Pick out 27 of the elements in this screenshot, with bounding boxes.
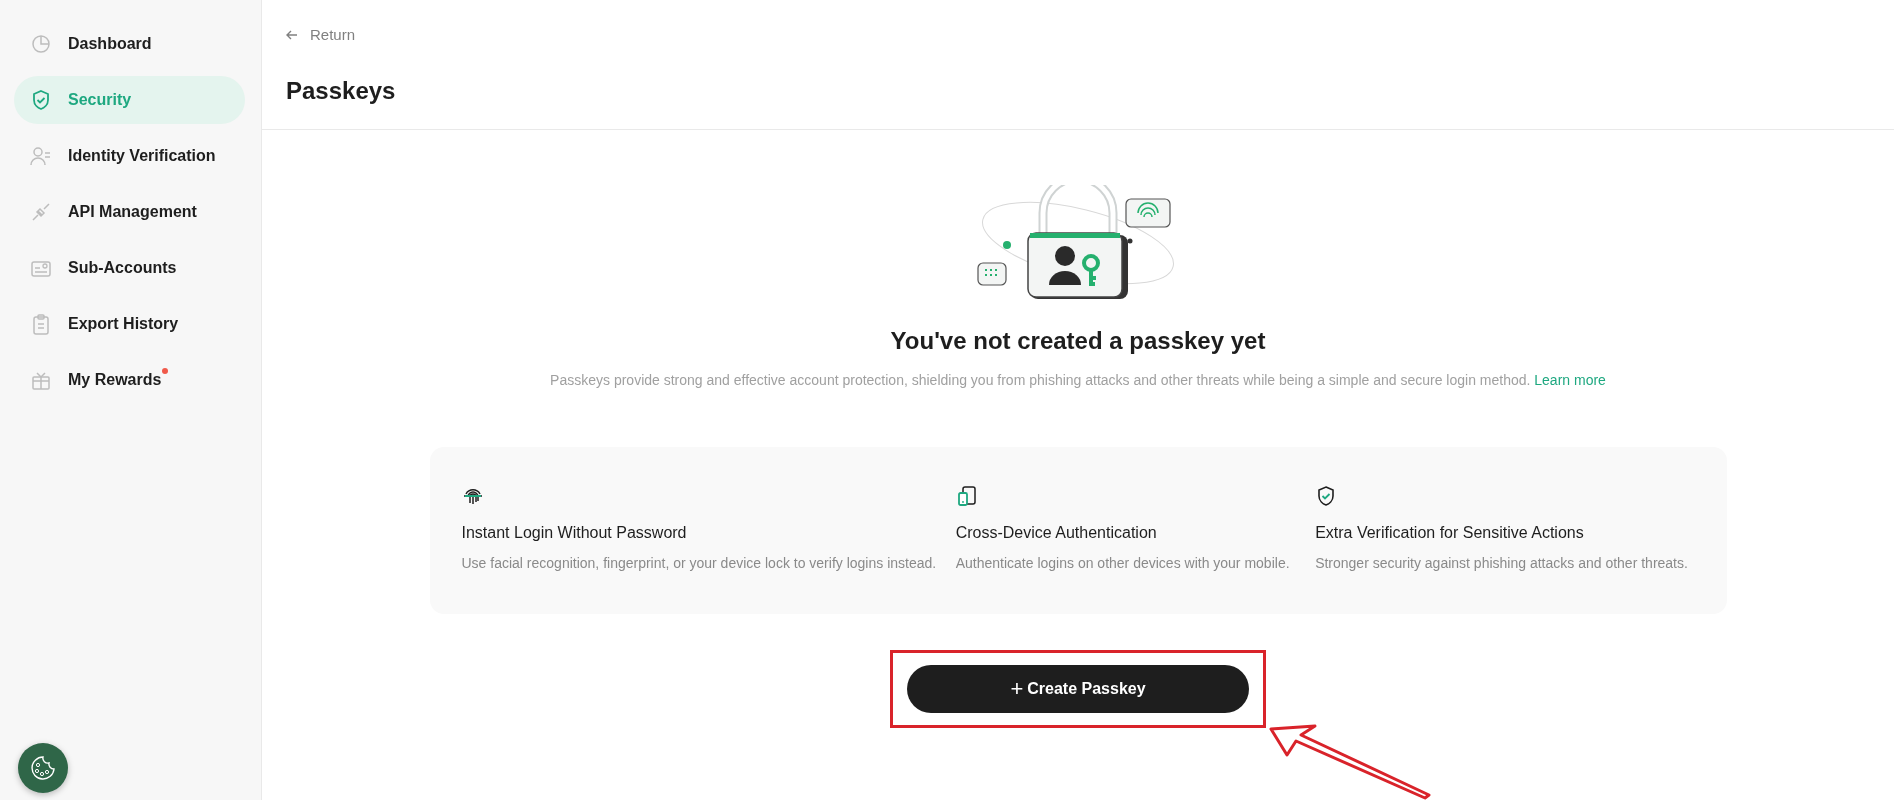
shield-check-icon bbox=[30, 89, 52, 111]
empty-state-heading: You've not created a passkey yet bbox=[890, 327, 1266, 356]
feature-description: Authenticate logins on other devices with your mobile. bbox=[955, 553, 1290, 573]
create-passkey-button[interactable]: + Create Passkey bbox=[907, 664, 1249, 713]
clipboard-icon bbox=[30, 313, 52, 335]
devices-icon bbox=[955, 484, 978, 507]
sidebar-item[interactable]: Sub-Accounts bbox=[14, 244, 245, 292]
user-list-icon bbox=[30, 145, 52, 167]
cookie-icon bbox=[30, 755, 56, 781]
feature-description: Stronger security against phishing attacks and other threats. bbox=[1315, 553, 1688, 573]
gift-icon bbox=[30, 369, 52, 391]
sidebar-item[interactable]: Export History bbox=[14, 300, 245, 348]
sidebar-item[interactable]: Identity Verification bbox=[14, 132, 245, 180]
arrow-left-icon bbox=[286, 30, 298, 41]
sidebar-item[interactable]: My Rewards bbox=[14, 356, 245, 404]
feature-title: Extra Verification for Sensitive Actions bbox=[1315, 522, 1584, 543]
feature-description: Use facial recognition, fingerprint, or your device lock to verify logins instead. bbox=[461, 553, 937, 573]
feature-title: Cross-Device Authentication bbox=[955, 522, 1157, 543]
pie-chart-icon bbox=[30, 33, 52, 55]
cookie-settings-button[interactable] bbox=[18, 743, 68, 793]
empty-state-description: Passkeys provide strong and effective account protection, shielding you from phishing attacks and other threats while being a simple and secure login method. Learn more bbox=[550, 370, 1606, 390]
sidebar-item[interactable]: Dashboard bbox=[14, 20, 245, 68]
plug-icon bbox=[30, 201, 52, 223]
return-link[interactable]: Return bbox=[286, 24, 356, 47]
page-title: Passkeys bbox=[286, 76, 397, 106]
sidebar-item[interactable]: API Management bbox=[14, 188, 245, 236]
feature-title: Instant Login Without Password bbox=[461, 522, 687, 543]
